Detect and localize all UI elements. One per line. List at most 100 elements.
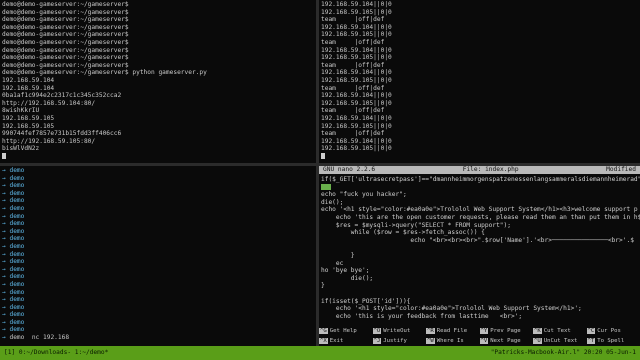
terminal-pane-scoreboard[interactable]: 192.168.59.104||0|0 192.168.59.105||0|0 … <box>319 0 640 163</box>
tree-item[interactable]: → demo <box>2 266 314 274</box>
terminal-output-line: 0ba1af1c994e2c2317c1c345c352cca2 <box>2 92 122 100</box>
code-line: echo 'this are the open customer request… <box>321 213 640 221</box>
selection-marker <box>321 183 331 190</box>
tree-item-label: demo <box>9 197 25 205</box>
score-line: 192.168.59.104||0|0 <box>321 137 392 145</box>
score-line: 192.168.59.104||0|0 <box>321 1 392 8</box>
help-where-is[interactable]: ^W Where Is <box>426 336 480 346</box>
code-line: die(); <box>321 274 374 282</box>
tree-item[interactable]: → demo <box>2 190 314 198</box>
terminal-pane-gameserver[interactable]: demo@demo-gameserver:~/gameserver$ demo@… <box>0 0 316 163</box>
tree-item-label: demo <box>9 273 25 281</box>
terminal-output-line: 192.168.59.104 <box>2 76 55 84</box>
help-exit[interactable]: ^X Exit <box>319 336 373 346</box>
terminal-output-line: 192.168.59.104 <box>2 84 55 92</box>
nano-editor-pane[interactable]: GNU nano 2.2.6 File: index.php Modified … <box>319 166 640 346</box>
arrow-icon: → <box>2 288 6 296</box>
arrow-icon: → <box>2 280 6 288</box>
terminal-line: demo@demo-gameserver:~/gameserver$ <box>2 38 129 46</box>
terminal-line: demo@demo-gameserver:~/gameserver$ <box>2 54 129 62</box>
tree-item[interactable]: → demo <box>2 167 314 175</box>
nano-help-bar: ^G Get Help ^O WriteOut ^R Read File ^Y Prev… <box>319 326 640 346</box>
code-line: $res = $mysqli->query("SELECT * FROM sup… <box>321 221 511 229</box>
help-cur-pos[interactable]: ^C Cur Pos <box>586 326 640 336</box>
tree-last-line: → demo nc 192.168 <box>2 334 314 342</box>
terminal-cursor <box>2 152 6 159</box>
tree-item[interactable]: → demo <box>2 296 314 304</box>
tree-item[interactable]: → demo <box>2 281 314 289</box>
help-writeout[interactable]: ^O WriteOut <box>372 326 427 336</box>
tree-item[interactable]: → demo <box>2 220 314 228</box>
help-cut-text[interactable]: ^K Cut Text <box>533 326 587 336</box>
tree-item[interactable]: → demo <box>2 228 314 236</box>
terminal-cursor <box>321 152 325 159</box>
code-line: echo '<h1 style="color:#ea0a0e">Trololol… <box>321 305 582 313</box>
tree-item[interactable]: → demo <box>2 326 314 334</box>
tree-item[interactable]: → demo <box>2 319 314 327</box>
nano-version: GNU nano 2.2.6 <box>323 166 376 173</box>
tree-item[interactable]: → demo <box>2 235 314 243</box>
tree-item[interactable]: → demo <box>2 304 314 312</box>
arrow-icon: → <box>2 326 6 334</box>
tree-item-label: demo <box>9 174 25 182</box>
nano-text-area[interactable]: if($_GET['ultrasecretpass']=="dmannheimm… <box>319 174 640 322</box>
tree-item-label: demo <box>9 311 25 319</box>
arrow-icon: → <box>2 182 6 190</box>
score-line: 192.168.59.105||0|0 <box>321 145 392 153</box>
tree-item-label: demo <box>9 280 25 288</box>
terminal-line: demo@demo-gameserver:~/gameserver$ <box>2 16 129 24</box>
terminal-output-line: http://192.168.59.104:80/ <box>2 99 96 107</box>
help-read-file[interactable]: ^R Read File <box>426 326 480 336</box>
tree-last-text: demo nc 192.168 <box>9 334 70 342</box>
score-line: team |off|def <box>321 84 385 92</box>
tree-item[interactable]: → demo <box>2 197 314 205</box>
tree-item[interactable]: → demo <box>2 205 314 213</box>
tree-item[interactable]: → demo <box>2 251 314 259</box>
code-line: echo "fuck you hacker"; <box>321 191 407 199</box>
tree-item[interactable]: → demo <box>2 289 314 297</box>
tree-item[interactable]: → demo <box>2 243 314 251</box>
tree-item-label: demo <box>9 204 25 212</box>
code-line-selection <box>321 183 638 192</box>
help-to-spell[interactable]: ^T To Spell <box>586 336 640 346</box>
tmux-host-clock: "Patricks-Macbook-Air.l" 20:20 05-Jun-1 <box>490 349 636 356</box>
help-uncut-text[interactable]: ^U UnCut Text <box>533 336 587 346</box>
help-prev-page[interactable]: ^Y Prev Page <box>479 326 534 336</box>
score-line: 192.168.59.104||0|0 <box>321 46 392 54</box>
code-line: } <box>321 251 355 259</box>
help-next-page[interactable]: ^V Next Page <box>479 336 534 346</box>
tree-item[interactable]: → demo <box>2 213 314 221</box>
score-line: 192.168.59.105||0|0 <box>321 8 392 16</box>
help-get-help[interactable]: ^G Get Help <box>319 326 373 336</box>
score-line: 192.168.59.104||0|0 <box>321 114 392 122</box>
tree-item[interactable]: → demo <box>2 258 314 266</box>
code-line: } <box>321 282 325 290</box>
tree-item-label: demo <box>9 326 25 334</box>
code-line: ho 'bye bye'; <box>321 267 370 275</box>
arrow-icon: → <box>2 189 6 197</box>
tree-item[interactable]: → demo <box>2 175 314 183</box>
score-line: team |off|def <box>321 38 385 46</box>
terminal-line: demo@demo-gameserver:~/gameserver$ <box>2 46 129 54</box>
code-line: ec <box>321 259 344 267</box>
help-justify[interactable]: ^J Justify <box>372 336 427 346</box>
tree-item-label: demo <box>9 296 25 304</box>
terminal-output-line: 990744fef7857e731b15fdd3ff406cc6 <box>2 130 122 138</box>
tmux-status-bar[interactable]: [1] 0:~/Downloads- 1:~/demo* "Patricks-M… <box>0 346 640 360</box>
score-line: 192.168.59.104||0|0 <box>321 23 392 31</box>
nano-filename: File: index.php <box>462 166 519 173</box>
terminal-pane-tree[interactable]: → demo → demo → demo → demo → demo → demo → de… <box>0 166 316 346</box>
arrow-icon: → <box>2 296 6 304</box>
tree-item[interactable]: → demo <box>2 182 314 190</box>
tree-item[interactable]: → demo <box>2 273 314 281</box>
tree-item[interactable]: → demo <box>2 311 314 319</box>
tmux-window-list[interactable]: [1] 0:~/Downloads- 1:~/demo* <box>4 346 108 360</box>
tree-item-label: demo <box>9 167 25 174</box>
tree-item-label: demo <box>9 258 25 266</box>
tree-item-label: demo <box>9 227 25 235</box>
tree-item-label: demo <box>9 303 25 311</box>
score-line: team |off|def <box>321 16 385 24</box>
terminal-line: demo@demo-gameserver:~/gameserver$ <box>2 8 129 16</box>
arrow-icon: → <box>2 204 6 212</box>
arrow-icon: → <box>2 197 6 205</box>
